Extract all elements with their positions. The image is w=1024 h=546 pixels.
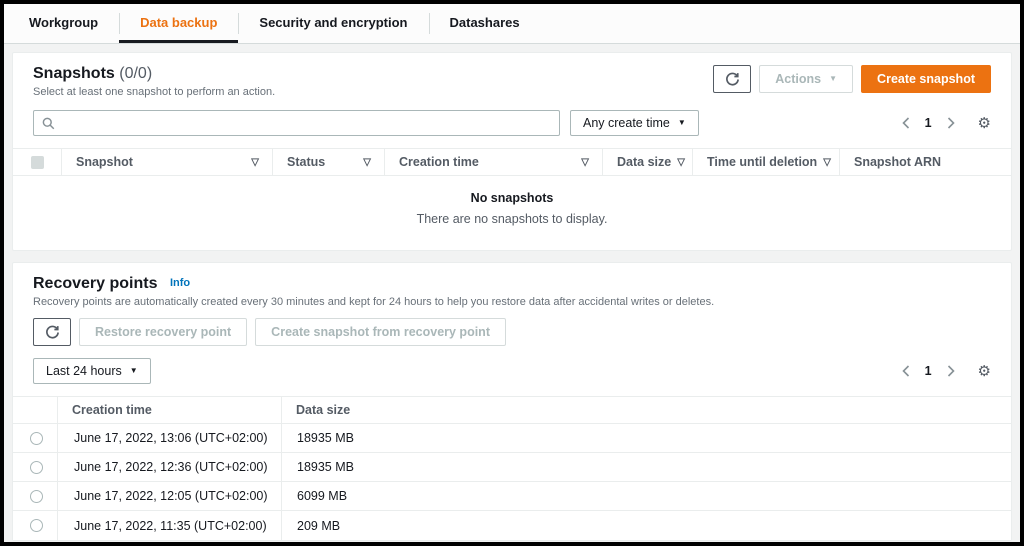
column-header-creation-time: Creation time — [57, 397, 281, 423]
caret-down-icon: ▼ — [829, 75, 837, 83]
recovery-table-header: Creation time Data size — [13, 396, 1011, 424]
snapshots-actions-button[interactable]: Actions ▼ — [759, 65, 853, 93]
empty-state-title: No snapshots — [13, 191, 1011, 205]
column-label: Snapshot — [76, 155, 133, 169]
gear-icon[interactable]: ⚙ — [978, 364, 991, 379]
table-row[interactable]: June 17, 2022, 11:35 (UTC+02:00) 209 MB — [13, 511, 1011, 540]
column-header-creation-time[interactable]: Creation time ▽ — [384, 149, 602, 175]
recovery-pagination: 1 ⚙ — [895, 360, 991, 382]
snapshots-search-input[interactable] — [62, 116, 551, 130]
select-column-header — [13, 397, 57, 423]
table-row[interactable]: June 17, 2022, 12:05 (UTC+02:00) 6099 MB — [13, 482, 1011, 511]
tab-datashares[interactable]: Datashares — [429, 4, 541, 43]
snapshots-count: (0/0) — [119, 65, 152, 82]
table-row[interactable]: June 17, 2022, 12:36 (UTC+02:00) 18935 M… — [13, 453, 1011, 482]
chevron-left-icon[interactable] — [895, 360, 917, 382]
cell-creation-time: June 17, 2022, 13:06 (UTC+02:00) — [57, 424, 281, 452]
chevron-left-icon[interactable] — [895, 112, 917, 134]
chevron-right-icon[interactable] — [940, 112, 962, 134]
create-time-filter-value: Any create time — [583, 116, 670, 130]
filter-icon[interactable]: ▽ — [251, 157, 259, 168]
recovery-points-panel: Recovery points Info Recovery points are… — [12, 262, 1012, 541]
cell-creation-time: June 17, 2022, 12:36 (UTC+02:00) — [57, 453, 281, 481]
recovery-points-title: Recovery points Info — [33, 275, 714, 293]
recovery-points-description: Recovery points are automatically create… — [33, 296, 714, 308]
chevron-right-icon[interactable] — [940, 360, 962, 382]
select-all-checkbox[interactable] — [31, 156, 44, 169]
cell-data-size: 18935 MB — [281, 424, 1011, 452]
column-header-snapshot[interactable]: Snapshot ▽ — [61, 149, 272, 175]
column-header-snapshot-arn[interactable]: Snapshot ARN — [839, 149, 1011, 175]
filter-icon[interactable]: ▽ — [581, 157, 589, 168]
recovery-page-number[interactable]: 1 — [923, 364, 934, 378]
app-window: Workgroup Data backup Security and encry… — [0, 0, 1024, 546]
snapshots-description: Select at least one snapshot to perform … — [33, 86, 275, 98]
recovery-refresh-button[interactable] — [33, 318, 71, 346]
search-icon — [42, 117, 55, 130]
column-label: Data size — [617, 155, 671, 169]
create-time-filter-dropdown[interactable]: Any create time ▼ — [570, 110, 699, 136]
tab-data-backup[interactable]: Data backup — [119, 4, 238, 43]
column-label: Data size — [296, 403, 350, 417]
tab-security-and-encryption[interactable]: Security and encryption — [238, 4, 428, 43]
cell-creation-time: June 17, 2022, 12:05 (UTC+02:00) — [57, 482, 281, 510]
cell-creation-time: June 17, 2022, 11:35 (UTC+02:00) — [57, 511, 281, 540]
table-row[interactable]: June 17, 2022, 13:06 (UTC+02:00) 18935 M… — [13, 424, 1011, 453]
gear-icon[interactable]: ⚙ — [978, 116, 991, 131]
actions-label: Actions — [775, 72, 821, 86]
column-label: Status — [287, 155, 325, 169]
tab-bar: Workgroup Data backup Security and encry… — [4, 4, 1020, 44]
recovery-time-filter-value: Last 24 hours — [46, 364, 122, 378]
row-radio-button[interactable] — [30, 461, 43, 474]
snapshots-title-text: Snapshots — [33, 65, 115, 82]
row-radio-button[interactable] — [30, 490, 43, 503]
row-radio-button[interactable] — [30, 432, 43, 445]
row-radio-button[interactable] — [30, 519, 43, 532]
snapshots-table-header: Snapshot ▽ Status ▽ Creation time ▽ Data… — [13, 148, 1011, 176]
create-snapshot-button[interactable]: Create snapshot — [861, 65, 991, 93]
snapshots-page-number[interactable]: 1 — [923, 116, 934, 130]
column-header-data-size: Data size — [281, 397, 1011, 423]
tab-workgroup[interactable]: Workgroup — [8, 4, 119, 43]
cell-data-size: 18935 MB — [281, 453, 1011, 481]
snapshots-pagination: 1 ⚙ — [895, 112, 991, 134]
restore-recovery-point-button[interactable]: Restore recovery point — [79, 318, 247, 346]
recovery-points-title-text: Recovery points — [33, 275, 157, 292]
filter-icon[interactable]: ▽ — [823, 157, 831, 168]
refresh-icon — [725, 72, 740, 87]
recovery-time-filter-dropdown[interactable]: Last 24 hours ▼ — [33, 358, 151, 384]
filter-icon[interactable]: ▽ — [363, 157, 371, 168]
filter-icon[interactable]: ▽ — [677, 157, 685, 168]
column-label: Creation time — [72, 403, 152, 417]
snapshots-panel: Snapshots (0/0) Select at least one snap… — [12, 52, 1012, 251]
column-label: Snapshot ARN — [854, 155, 941, 169]
column-label: Time until deletion — [707, 155, 817, 169]
snapshots-empty-state: No snapshots There are no snapshots to d… — [13, 176, 1011, 250]
snapshots-search-box[interactable] — [33, 110, 560, 136]
cell-data-size: 6099 MB — [281, 482, 1011, 510]
column-header-time-until-deletion[interactable]: Time until deletion ▽ — [692, 149, 839, 175]
column-label: Creation time — [399, 155, 479, 169]
refresh-icon — [45, 325, 60, 340]
cell-data-size: 209 MB — [281, 511, 1011, 540]
column-header-status[interactable]: Status ▽ — [272, 149, 384, 175]
info-link[interactable]: Info — [170, 277, 190, 289]
snapshots-title: Snapshots (0/0) — [33, 65, 275, 83]
column-header-data-size[interactable]: Data size ▽ — [602, 149, 692, 175]
empty-state-message: There are no snapshots to display. — [13, 212, 1011, 226]
caret-down-icon: ▼ — [678, 119, 686, 127]
snapshots-refresh-button[interactable] — [713, 65, 751, 93]
caret-down-icon: ▼ — [130, 367, 138, 375]
create-snapshot-from-recovery-point-button[interactable]: Create snapshot from recovery point — [255, 318, 506, 346]
select-all-cell — [13, 149, 61, 175]
